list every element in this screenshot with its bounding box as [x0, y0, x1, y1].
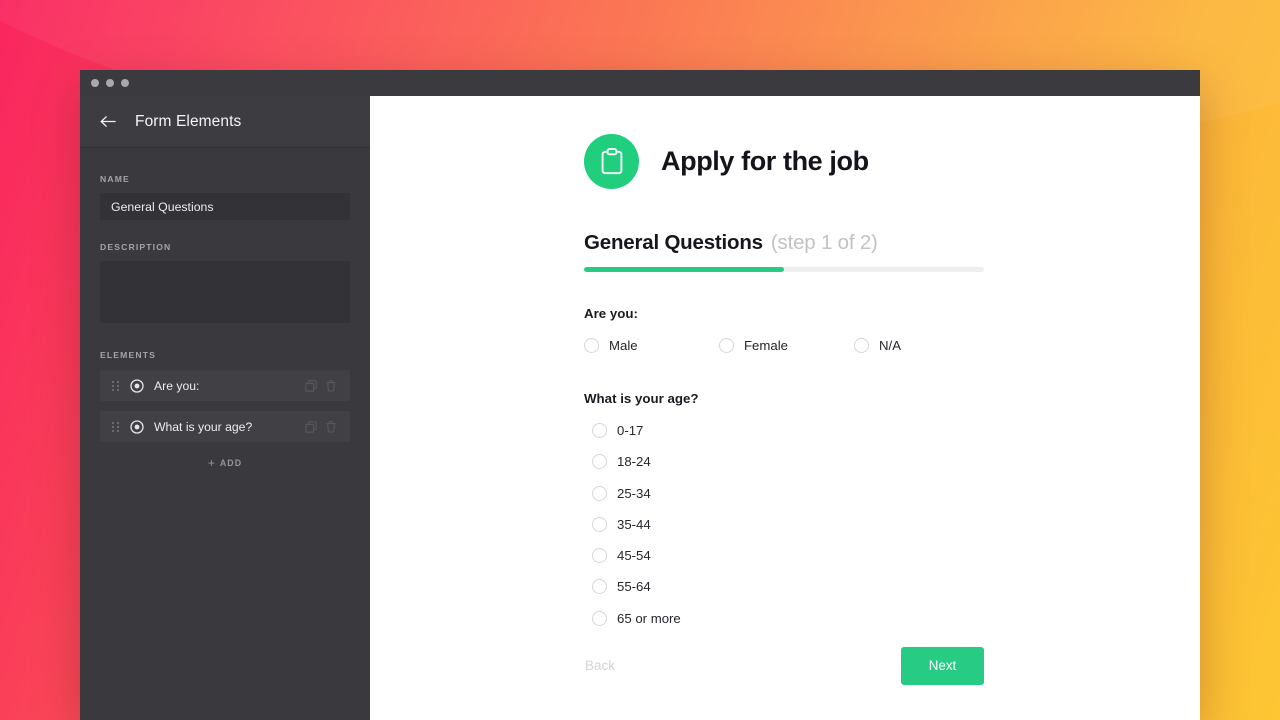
radio-option-age-35-44[interactable]: 35-44: [584, 516, 984, 532]
trash-icon[interactable]: [321, 417, 341, 437]
question-label: What is your age?: [584, 391, 699, 406]
radio-circle-icon[interactable]: [592, 610, 607, 626]
radio-option-label: 65 or more: [617, 610, 681, 626]
drag-handle-icon[interactable]: [107, 421, 123, 432]
trash-icon[interactable]: [321, 376, 341, 396]
question-block-gender: Are you: Male Female N/A: [584, 306, 984, 353]
copy-icon[interactable]: [301, 417, 321, 437]
radio-option-label: N/A: [879, 338, 901, 353]
element-row-label: Are you:: [154, 378, 200, 393]
question-block-age: What is your age? 0-17 18-24 25-34 35-44…: [584, 391, 984, 626]
element-row-label: What is your age?: [154, 419, 253, 434]
radio-option-label: Male: [609, 338, 638, 353]
radio-group-age: 0-17 18-24 25-34 35-44 45-54 55-64 65 or…: [584, 423, 984, 626]
radio-button-icon: [128, 377, 146, 395]
window-maximize-dot[interactable]: [121, 79, 129, 87]
radio-circle-icon[interactable]: [592, 423, 607, 438]
radio-group-gender: Male Female N/A: [584, 338, 984, 353]
next-button[interactable]: Next: [901, 646, 984, 685]
name-field-label: NAME: [100, 174, 130, 184]
radio-option-female[interactable]: Female: [719, 338, 854, 353]
progress-bar-fill: [584, 267, 784, 272]
radio-option-label: 45-54: [617, 548, 651, 564]
form-header: Apply for the job: [584, 134, 984, 189]
sidebar-content: NAME DESCRIPTION ELEMENTS: [80, 148, 370, 720]
radio-option-label: 35-44: [617, 516, 651, 532]
window-close-dot[interactable]: [91, 79, 99, 87]
description-field-label: DESCRIPTION: [100, 242, 172, 252]
clipboard-icon: [584, 134, 639, 189]
window-minimize-dot[interactable]: [106, 79, 114, 87]
sidebar-title: Form Elements: [135, 112, 242, 130]
copy-icon[interactable]: [301, 376, 321, 396]
step-name: General Questions: [584, 231, 763, 254]
add-element-button[interactable]: + ADD: [100, 452, 350, 474]
radio-circle-icon[interactable]: [854, 338, 869, 353]
form-navigation: Back Next: [584, 646, 984, 685]
name-field-block: NAME: [100, 174, 350, 220]
radio-option-age-18-24[interactable]: 18-24: [584, 454, 984, 470]
window-body: Form Elements NAME DESCRIPTION ELEMENTS: [80, 96, 1200, 720]
sidebar-header: Form Elements: [80, 96, 370, 148]
elements-section: ELEMENTS Are you: What is your age? + AD…: [100, 350, 350, 474]
radio-circle-icon[interactable]: [592, 548, 607, 564]
back-button[interactable]: Back: [584, 658, 615, 673]
desktop-background: Form Elements NAME DESCRIPTION ELEMENTS: [0, 0, 1280, 720]
description-input[interactable]: [100, 261, 350, 323]
radio-circle-icon[interactable]: [592, 485, 607, 501]
plus-icon: +: [207, 456, 215, 470]
radio-circle-icon[interactable]: [592, 454, 607, 470]
radio-option-label: 18-24: [617, 454, 651, 470]
drag-handle-icon[interactable]: [107, 380, 123, 391]
arrow-left-icon[interactable]: [100, 114, 116, 130]
form-preview-pane: Apply for the job General Questions (ste…: [370, 96, 1200, 720]
radio-option-label: Female: [744, 338, 788, 353]
radio-option-age-55-64[interactable]: 55-64: [584, 579, 984, 595]
radio-option-age-25-34[interactable]: 25-34: [584, 485, 984, 501]
radio-circle-icon[interactable]: [592, 516, 607, 532]
radio-option-label: 55-64: [617, 579, 651, 595]
radio-button-icon: [128, 418, 146, 436]
form-title: Apply for the job: [661, 146, 869, 176]
radio-option-label: 0-17: [617, 423, 644, 438]
window-titlebar: [80, 70, 1200, 96]
question-label: Are you:: [584, 306, 638, 321]
radio-circle-icon[interactable]: [719, 338, 734, 353]
sidebar: Form Elements NAME DESCRIPTION ELEMENTS: [80, 96, 370, 720]
add-element-label: ADD: [219, 458, 243, 468]
radio-circle-icon[interactable]: [592, 579, 607, 595]
radio-option-na[interactable]: N/A: [854, 338, 901, 353]
radio-option-label: 25-34: [617, 485, 651, 501]
element-row[interactable]: What is your age?: [100, 411, 350, 442]
step-header: General Questions (step 1 of 2): [584, 231, 984, 255]
progress-bar-track: [584, 267, 984, 272]
form-container: Apply for the job General Questions (ste…: [584, 134, 984, 685]
elements-section-label: ELEMENTS: [100, 350, 156, 360]
app-window: Form Elements NAME DESCRIPTION ELEMENTS: [80, 70, 1200, 720]
name-input[interactable]: [100, 193, 350, 220]
radio-option-age-65-or-more[interactable]: 65 or more: [584, 610, 984, 626]
element-row[interactable]: Are you:: [100, 370, 350, 401]
radio-option-age-45-54[interactable]: 45-54: [584, 548, 984, 564]
description-field-block: DESCRIPTION: [100, 242, 350, 328]
radio-option-age-0-17[interactable]: 0-17: [584, 423, 984, 438]
radio-circle-icon[interactable]: [584, 338, 599, 353]
radio-option-male[interactable]: Male: [584, 338, 719, 353]
step-counter: (step 1 of 2): [770, 231, 878, 254]
